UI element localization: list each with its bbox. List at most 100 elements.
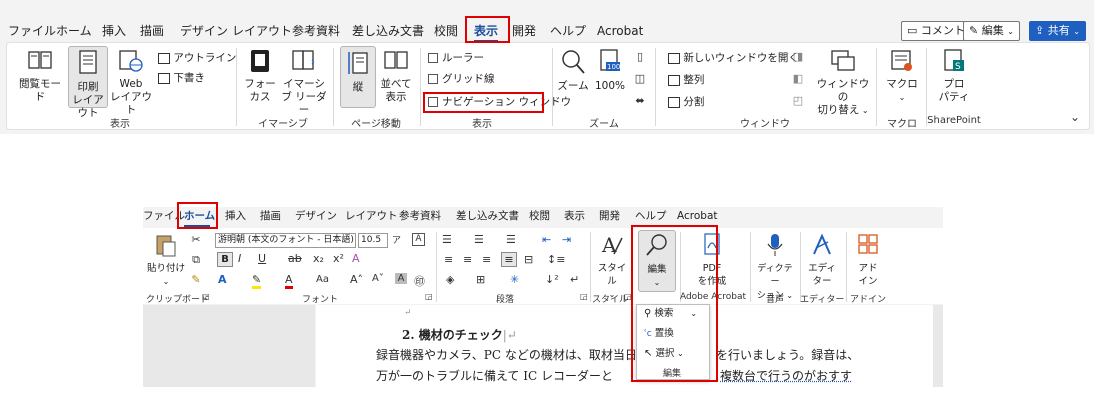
format-painter-icon[interactable]: ✎ <box>189 273 203 286</box>
document-line-1b[interactable]: を行いましょう。録音は、 <box>716 346 859 363</box>
outline-button[interactable]: アウトライン <box>158 50 236 66</box>
web-layout-button[interactable]: Web レイアウト <box>110 48 152 117</box>
edit-mode-button[interactable]: ✎ 編集 ⌄ <box>963 21 1020 41</box>
tab-help[interactable]: ヘルプ <box>550 21 586 41</box>
line-spacing-icon[interactable]: ↕≡ <box>547 253 565 266</box>
dialog-launcher-icon[interactable]: ◲ <box>580 292 588 301</box>
numbering-icon[interactable]: ☰ <box>474 233 484 246</box>
gridlines-checkbox[interactable]: グリッド線 <box>428 71 495 87</box>
document-line-2[interactable]: 万が一のトラブルに備えて IC レコーダーと <box>376 367 613 384</box>
arrange-all-button[interactable]: 整列 <box>668 72 704 88</box>
tab-home[interactable]: ホーム <box>56 21 92 41</box>
reset-window-position-icon[interactable]: ◰ <box>790 94 806 107</box>
one-page-icon[interactable]: ▯ <box>632 50 648 63</box>
align-left-icon[interactable]: ≡ <box>444 253 453 266</box>
new-window-button[interactable]: 新しいウィンドウを開く <box>668 50 799 66</box>
tab-layout[interactable]: レイアウト <box>345 207 398 225</box>
tab-view[interactable]: 表示 <box>564 207 585 225</box>
font-name-box[interactable]: 游明朝 (本文のフォント - 日本語) <box>215 233 356 248</box>
borders-icon[interactable]: ⊞ <box>476 273 485 286</box>
align-center-icon[interactable]: ≡ <box>463 253 472 266</box>
clear-formatting-icon[interactable]: A <box>352 252 360 265</box>
ruler-checkbox[interactable]: ルーラー <box>428 50 484 66</box>
tab-design[interactable]: デザイン <box>180 21 228 41</box>
document-heading[interactable]: 2. 機材のチェック|↵ <box>402 326 517 343</box>
document-line-1[interactable]: 録音機器やカメラ、PC などの機材は、取材当日 <box>376 346 637 363</box>
print-layout-button[interactable]: 印刷 レイアウト <box>68 46 108 119</box>
change-case-button[interactable]: Aa <box>316 274 329 285</box>
tab-layout[interactable]: レイアウト <box>232 21 292 41</box>
tab-insert[interactable]: 挿入 <box>225 207 246 225</box>
strikethrough-icon[interactable]: ab <box>288 252 302 265</box>
font-color-icon[interactable]: A <box>285 273 293 289</box>
comment-button[interactable]: ▭ コメント <box>901 21 971 41</box>
addins-button[interactable]: アド イン <box>850 232 886 288</box>
editor-button[interactable]: エディ ター <box>803 232 841 288</box>
view-side-by-side-icon[interactable]: ◨ <box>790 50 806 63</box>
grow-font-icon[interactable]: A˄ <box>350 273 363 286</box>
tab-mailings[interactable]: 差し込み文書 <box>456 207 519 225</box>
character-border-icon[interactable]: A <box>412 233 425 246</box>
tab-review[interactable]: 校閲 <box>434 21 458 41</box>
phonetic-guide-icon[interactable]: ア <box>392 233 401 246</box>
bullets-icon[interactable]: ☰ <box>442 233 452 246</box>
italic-icon[interactable]: I <box>238 252 241 265</box>
zoom-button[interactable]: ズーム <box>556 48 590 93</box>
tab-references[interactable]: 参考資料 <box>292 21 340 41</box>
macros-button[interactable]: マクロ ⌄ <box>882 48 922 104</box>
sort-icon[interactable]: ↓² <box>545 273 559 286</box>
text-effects-icon[interactable]: A <box>218 273 227 286</box>
tab-developer[interactable]: 開発 <box>512 21 536 41</box>
asian-layout-icon[interactable]: ✳ <box>510 273 519 286</box>
cut-icon[interactable]: ✂ <box>189 233 203 246</box>
enclose-characters-icon[interactable]: ㊞ <box>414 273 425 289</box>
split-button[interactable]: 分割 <box>668 94 704 110</box>
dialog-launcher-icon[interactable]: ◲ <box>202 292 210 301</box>
styles-button[interactable]: A スタイル ⌄ <box>594 232 630 301</box>
focus-button[interactable]: フォー カス <box>242 48 278 104</box>
tab-acrobat[interactable]: Acrobat <box>597 21 643 41</box>
collapse-ribbon-icon[interactable]: ⌄ <box>1070 110 1080 124</box>
tab-insert[interactable]: 挿入 <box>102 21 126 41</box>
tab-references[interactable]: 参考資料 <box>399 207 441 225</box>
tab-mailings[interactable]: 差し込み文書 <box>352 21 424 41</box>
underline-icon[interactable]: U <box>258 252 266 265</box>
side-by-side-button[interactable]: 並べて 表示 <box>378 48 414 104</box>
increase-indent-icon[interactable]: ⇥ <box>562 233 571 246</box>
zoom-100-button[interactable]: 100 100% <box>592 48 628 93</box>
distributed-icon[interactable]: ⊟ <box>524 253 533 266</box>
bold-button[interactable]: B <box>217 252 233 267</box>
subscript-icon[interactable]: x₂ <box>313 252 324 265</box>
read-mode-button[interactable]: 閲覧モード <box>14 48 66 104</box>
font-size-box[interactable]: 10.5 <box>358 233 388 248</box>
multiple-pages-icon[interactable]: ◫ <box>632 72 648 85</box>
synchronous-scrolling-icon[interactable]: ◧ <box>790 72 806 85</box>
page-width-icon[interactable]: ⬌ <box>632 94 648 107</box>
tab-design[interactable]: デザイン <box>295 207 337 225</box>
tab-file[interactable]: ファイル <box>8 21 56 41</box>
highlighter-icon[interactable]: ✎ <box>252 273 262 289</box>
immersive-reader-button[interactable]: イマーシ ブ リーダー <box>280 48 328 117</box>
dialog-launcher-icon[interactable]: ◲ <box>425 292 433 301</box>
tab-acrobat[interactable]: Acrobat <box>677 207 718 225</box>
align-right-icon[interactable]: ≡ <box>482 253 491 266</box>
tab-draw[interactable]: 描画 <box>260 207 281 225</box>
vertical-button[interactable]: 縦 <box>340 46 376 108</box>
tab-review[interactable]: 校閲 <box>529 207 550 225</box>
copy-icon[interactable]: ⧉ <box>189 253 203 267</box>
justify-button[interactable]: ≡ <box>501 252 517 267</box>
paste-button[interactable]: 貼り付け ⌄ <box>146 232 186 288</box>
document-line-2b[interactable]: 複数台で行うのがおすす <box>720 367 852 384</box>
share-button[interactable]: ⇪ 共有 ⌄ <box>1029 21 1086 41</box>
shading-icon[interactable]: ◈ <box>446 273 454 286</box>
draft-button[interactable]: 下書き <box>158 70 205 86</box>
tab-draw[interactable]: 描画 <box>140 21 164 41</box>
show-marks-icon[interactable]: ↵ <box>570 273 579 286</box>
decrease-indent-icon[interactable]: ⇤ <box>542 233 551 246</box>
tab-help[interactable]: ヘルプ <box>635 207 667 225</box>
tab-developer[interactable]: 開発 <box>599 207 620 225</box>
shrink-font-icon[interactable]: A˅ <box>372 273 384 284</box>
superscript-icon[interactable]: x² <box>333 252 344 265</box>
properties-button[interactable]: S プロ パティ <box>932 48 976 104</box>
character-shading-icon[interactable]: A <box>395 273 407 284</box>
